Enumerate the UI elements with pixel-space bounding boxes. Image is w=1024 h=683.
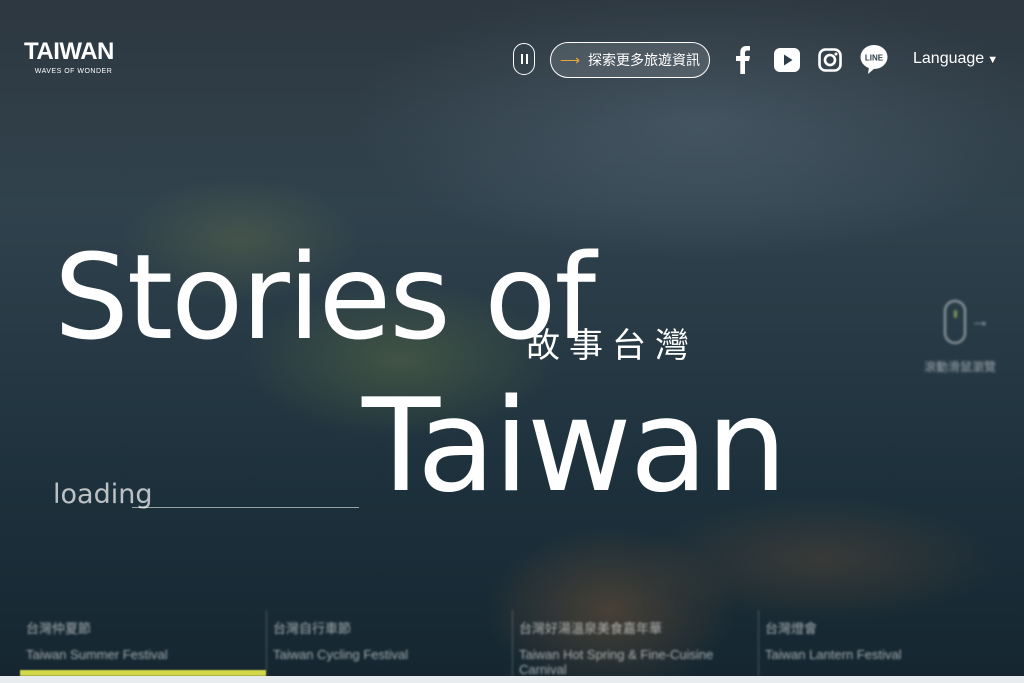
festival-name-zh: 台灣燈會 [765, 621, 818, 636]
festival-tab[interactable]: 台灣好湯溫泉美食嘉年華 Taiwan Hot Spring & Fine-Cui… [512, 610, 758, 677]
festival-tab[interactable]: 台灣仲夏節 Taiwan Summer Festival [20, 610, 266, 676]
caret-down-icon: ▼ [987, 54, 999, 66]
explore-more-label: 探索更多旅遊資訊 [588, 52, 701, 68]
mouse-icon [944, 300, 966, 344]
taiwan-logo[interactable]: TAIWAN WAVES OF WONDER [24, 38, 123, 76]
pause-button[interactable] [513, 43, 535, 75]
loading-label: loading [53, 479, 153, 510]
language-label: Language [913, 50, 985, 67]
festival-name-en: Taiwan Summer Festival [26, 647, 168, 662]
facebook-icon[interactable] [736, 44, 750, 76]
pause-icon-bar-right [525, 54, 528, 64]
festival-name-en: Taiwan Cycling Festival [273, 647, 409, 662]
youtube-icon[interactable] [774, 44, 800, 76]
festival-tab[interactable]: 台灣自行車節 Taiwan Cycling Festival [266, 610, 512, 676]
explore-more-button[interactable]: ⟶ 探索更多旅遊資訊 [550, 42, 710, 78]
scroll-hint: → 滾動滑鼠瀏覽 [924, 300, 1004, 375]
line-icon[interactable]: LINE [860, 44, 888, 76]
festival-name-zh: 台灣自行車節 [273, 621, 352, 636]
festival-tab[interactable]: 台灣燈會 Taiwan Lantern Festival [758, 610, 1004, 676]
hero-title-line2: Taiwan [362, 372, 787, 521]
festival-name-en: Taiwan Hot Spring & Fine-Cuisine Carniva… [519, 647, 714, 677]
instagram-icon[interactable] [818, 44, 842, 76]
logo-wordmark: TAIWAN [24, 38, 114, 65]
svg-text:LINE: LINE [865, 54, 884, 63]
festival-name-zh: 台灣仲夏節 [26, 621, 92, 636]
scroll-hint-label: 滾動滑鼠瀏覽 [924, 360, 997, 374]
hero-title-chinese: 故事台灣 [526, 326, 698, 366]
loading-progress-track [132, 507, 359, 508]
festival-name-en: Taiwan Lantern Festival [765, 647, 902, 662]
language-selector[interactable]: Language ▼ [913, 50, 998, 68]
logo-tagline: WAVES OF WONDER [34, 68, 113, 75]
arrow-right-icon: → [970, 310, 990, 332]
bottom-strip [0, 676, 1024, 683]
festival-name-zh: 台灣好湯溫泉美食嘉年華 [519, 621, 663, 636]
pause-icon-bar-left [520, 54, 523, 64]
arrow-right-icon: ⟶ [559, 51, 581, 68]
hero-title-line1: Stories of [54, 228, 596, 366]
